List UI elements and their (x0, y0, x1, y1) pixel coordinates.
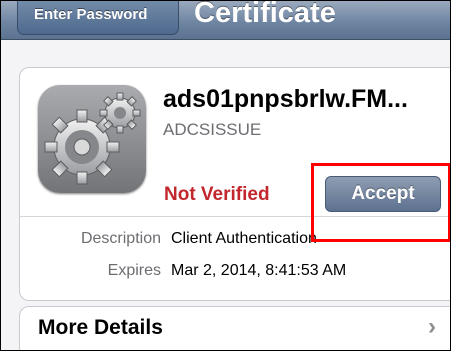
gear-icon (38, 85, 146, 193)
verification-status: Not Verified (164, 184, 270, 205)
navigation-bar: Enter Password Certificate (1, 1, 450, 40)
expires-value: Mar 2, 2014, 8:41:53 AM (171, 262, 347, 279)
certificate-issuer: ADCSISSUE (163, 120, 262, 139)
description-value: Client Authentication (171, 230, 317, 247)
certificate-name: ads01pnpsbrlw.FM... (163, 85, 408, 113)
description-label: Description (80, 230, 161, 247)
screen: Enter Password Certificate ads01pnpsbrlw… (0, 0, 451, 351)
chevron-right-icon: › (428, 313, 436, 340)
more-details-label: More Details (38, 316, 163, 339)
expires-label: Expires (107, 262, 161, 279)
back-button-label: Enter Password (34, 6, 148, 23)
annotation-highlight-box (311, 163, 450, 242)
page-title: Certificate (194, 0, 336, 29)
back-button[interactable]: Enter Password (17, 1, 179, 35)
